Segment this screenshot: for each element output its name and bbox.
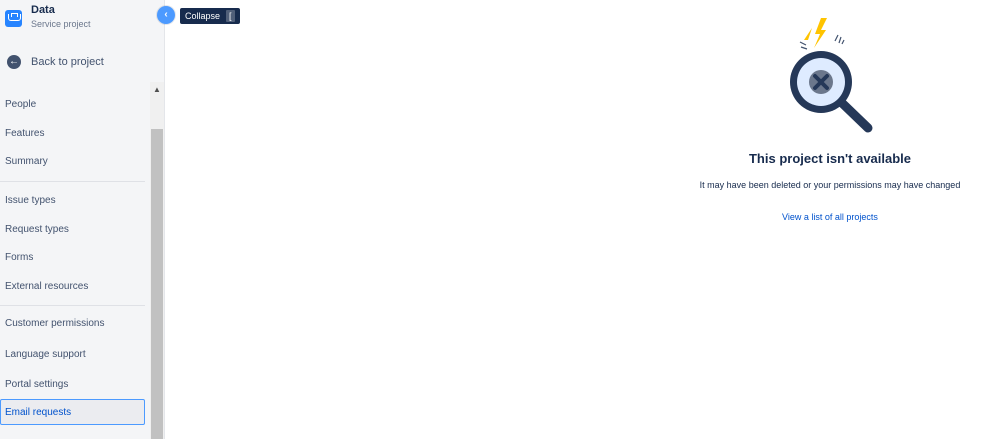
scroll-thumb[interactable]	[151, 129, 163, 439]
sidebar-item-request-types[interactable]: Request types	[0, 217, 145, 243]
sidebar-item-features[interactable]: Features	[0, 121, 145, 147]
arrow-left-icon: ←	[7, 55, 21, 69]
collapse-tooltip: Collapse [	[180, 8, 240, 24]
nav-divider	[0, 181, 145, 182]
back-to-project-label: Back to project	[31, 56, 104, 68]
project-header[interactable]: Data Service project	[5, 4, 91, 38]
project-type: Service project	[31, 19, 91, 29]
back-to-project-link[interactable]: ← Back to project	[7, 55, 104, 69]
view-all-projects-link[interactable]: View a list of all projects	[680, 212, 980, 222]
project-name: Data	[31, 4, 55, 16]
sidebar-item-customer-permissions[interactable]: Customer permissions	[0, 311, 145, 337]
scroll-up-arrow-icon[interactable]: ▲	[150, 82, 164, 98]
tooltip-label: Collapse	[185, 11, 221, 21]
sidebar-item-issue-types[interactable]: Issue types	[0, 188, 145, 214]
sidebar-item-forms[interactable]: Forms	[0, 245, 145, 271]
project-settings-sidebar: Data Service project ← Back to project P…	[0, 0, 165, 439]
sidebar-item-external-resources[interactable]: External resources	[0, 274, 145, 300]
sidebar-item-summary[interactable]: Summary	[0, 149, 145, 175]
nav-divider	[0, 305, 145, 306]
sidebar-item-email-requests[interactable]: Email requests	[0, 399, 145, 425]
sidebar-scrollbar[interactable]: ▲	[150, 82, 164, 439]
sidebar-item-language-support[interactable]: Language support	[0, 342, 145, 368]
magnifying-glass-icon	[790, 18, 873, 133]
empty-state-title: This project isn't available	[748, 151, 912, 166]
sidebar-item-portal-settings[interactable]: Portal settings	[0, 372, 145, 398]
collapse-sidebar-button[interactable]: ‹	[157, 6, 175, 24]
keyboard-shortcut-badge: [	[226, 10, 235, 22]
chevron-left-icon: ‹	[164, 9, 168, 20]
project-icon	[5, 10, 22, 27]
empty-state-description: It may have been deleted or your permiss…	[699, 180, 961, 190]
sidebar-item-people[interactable]: People	[0, 92, 145, 118]
